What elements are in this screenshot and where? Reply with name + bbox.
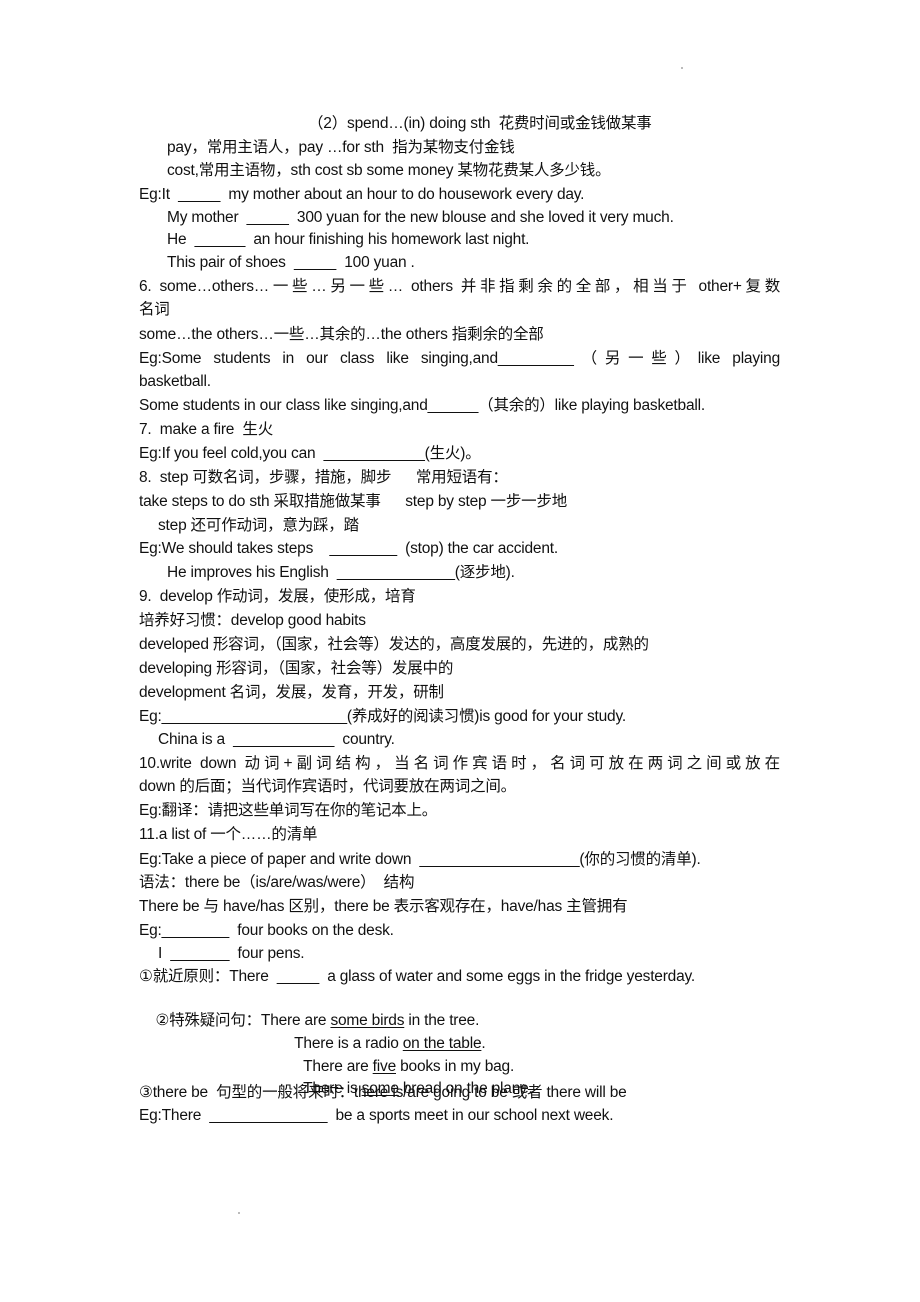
item-9-developed: developed 形容词，（国家，社会等）发达的，高度发展的，先进的，成熟的 <box>139 636 649 653</box>
example-sentence: Eg:It _____ my mother about an hour to d… <box>139 186 585 203</box>
item-9-heading: 9. develop 作动词，发展，使形成，培育 <box>139 588 416 605</box>
example-sentence: China is a ____________ country. <box>158 731 395 748</box>
example-sentence: Some students in our class like singing,… <box>139 397 705 414</box>
rule-proximity: ①就近原则：There _____ a glass of water and s… <box>139 968 696 985</box>
example-sentence: He improves his English ______________(逐… <box>167 564 515 581</box>
cost-note: cost,常用主语物，sth cost sb some money 某物花费某人… <box>167 162 611 179</box>
item-9-development: development 名词，发展，发育，开发，研制 <box>139 684 444 701</box>
item-6-the-others: some…the others…一些…其余的…the others 指剩余的全部 <box>139 326 544 343</box>
grammar-heading: 语法：there be（is/are/was/were） 结构 <box>139 874 415 891</box>
item-6-heading: 6. some…others…一些…另一些… others 并非指剩余的全部，相… <box>139 278 780 295</box>
spend-heading: （2）spend…(in) doing sth 花费时间或金钱做某事 <box>308 115 652 132</box>
item-7-heading: 7. make a fire 生火 <box>139 421 274 438</box>
example-sentence-cont: basketball. <box>139 373 211 390</box>
item-10-heading: 10.write down 动词+副词结构，当名词作宾语时，名词可放在两词之间或… <box>139 755 780 772</box>
example-sentence: He ______ an hour finishing his homework… <box>167 231 530 248</box>
item-8-heading: 8. step 可数名词，步骤，措施，脚步 常用短语有： <box>139 469 508 486</box>
item-9-developing: developing 形容词，（国家，社会等）发展中的 <box>139 660 454 677</box>
item-6-heading-cont: 名词 <box>139 301 170 318</box>
example-sentence: Eg:If you feel cold,you can ____________… <box>139 445 481 462</box>
rule-future-tense: ③there be 句型的一般将来时：there is/are going to… <box>139 1084 627 1101</box>
example-sentence: Eg:There ______________ be a sports meet… <box>139 1107 614 1124</box>
item-8-verb: step 还可作动词，意为踩，踏 <box>158 517 359 534</box>
example-sentence: Eg:Some students in our class like singi… <box>139 350 780 367</box>
pay-note: pay，常用主语人，pay …for sth 指为某物支付金钱 <box>167 139 515 156</box>
example-sentence: This pair of shoes _____ 100 yuan . <box>167 254 415 271</box>
item-9-habits: 培养好习惯：develop good habits <box>139 612 366 629</box>
item-10-heading-cont: down 的后面；当代词作宾语时，代词要放在两词之间。 <box>139 778 516 795</box>
item-11-heading: 11.a list of 一个……的清单 <box>139 826 318 843</box>
page-mark <box>238 1212 240 1214</box>
example-sentence: Eg:______________________(养成好的阅读习惯)is go… <box>139 708 626 725</box>
example-sentence: My mother _____ 300 yuan for the new blo… <box>167 209 674 226</box>
translation-exercise: Eg:翻译：请把这些单词写在你的笔记本上。 <box>139 802 438 819</box>
example-sentence: Eg:________ four books on the desk. <box>139 922 394 939</box>
example-sentence: Eg:Take a piece of paper and write down … <box>139 851 701 868</box>
page-mark <box>681 67 683 69</box>
grammar-difference: There be 与 have/has 区别，there be 表示客观存在，h… <box>139 898 628 915</box>
example-sentence: I _______ four pens. <box>158 945 305 962</box>
item-8-phrases: take steps to do sth 采取措施做某事 step by ste… <box>139 493 568 510</box>
document-page: （2）spend…(in) doing sth 花费时间或金钱做某事 pay，常… <box>0 0 920 1302</box>
example-sentence: Eg:We should takes steps ________ (stop)… <box>139 540 558 557</box>
